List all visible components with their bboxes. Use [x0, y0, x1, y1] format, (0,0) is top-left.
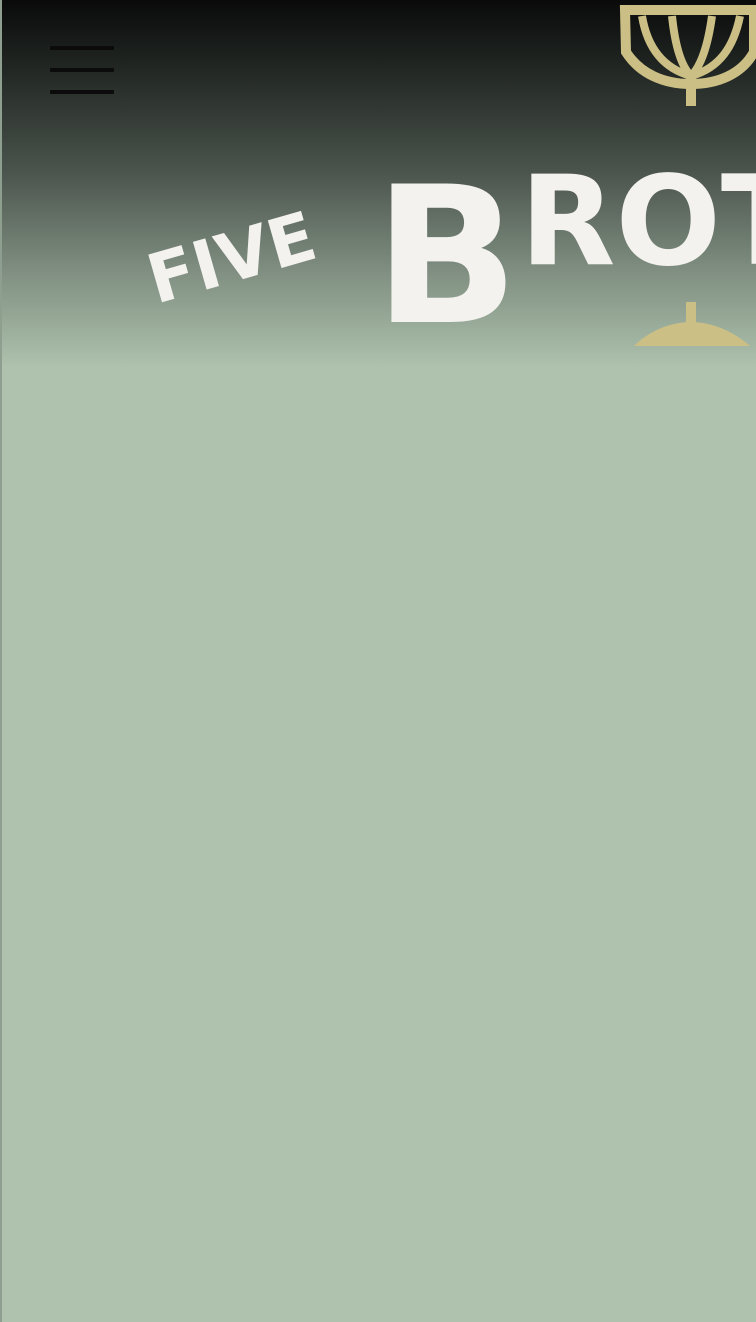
brand-logo[interactable]: FIVE B ROTH	[2, 0, 756, 368]
logo-letter-b: B	[374, 146, 519, 367]
logo-word-rest: ROTH	[520, 150, 756, 294]
page: FIVE B ROTH	[0, 0, 756, 1322]
site-header: FIVE B ROTH	[2, 0, 756, 368]
logo-word-five: FIVE	[139, 197, 325, 320]
